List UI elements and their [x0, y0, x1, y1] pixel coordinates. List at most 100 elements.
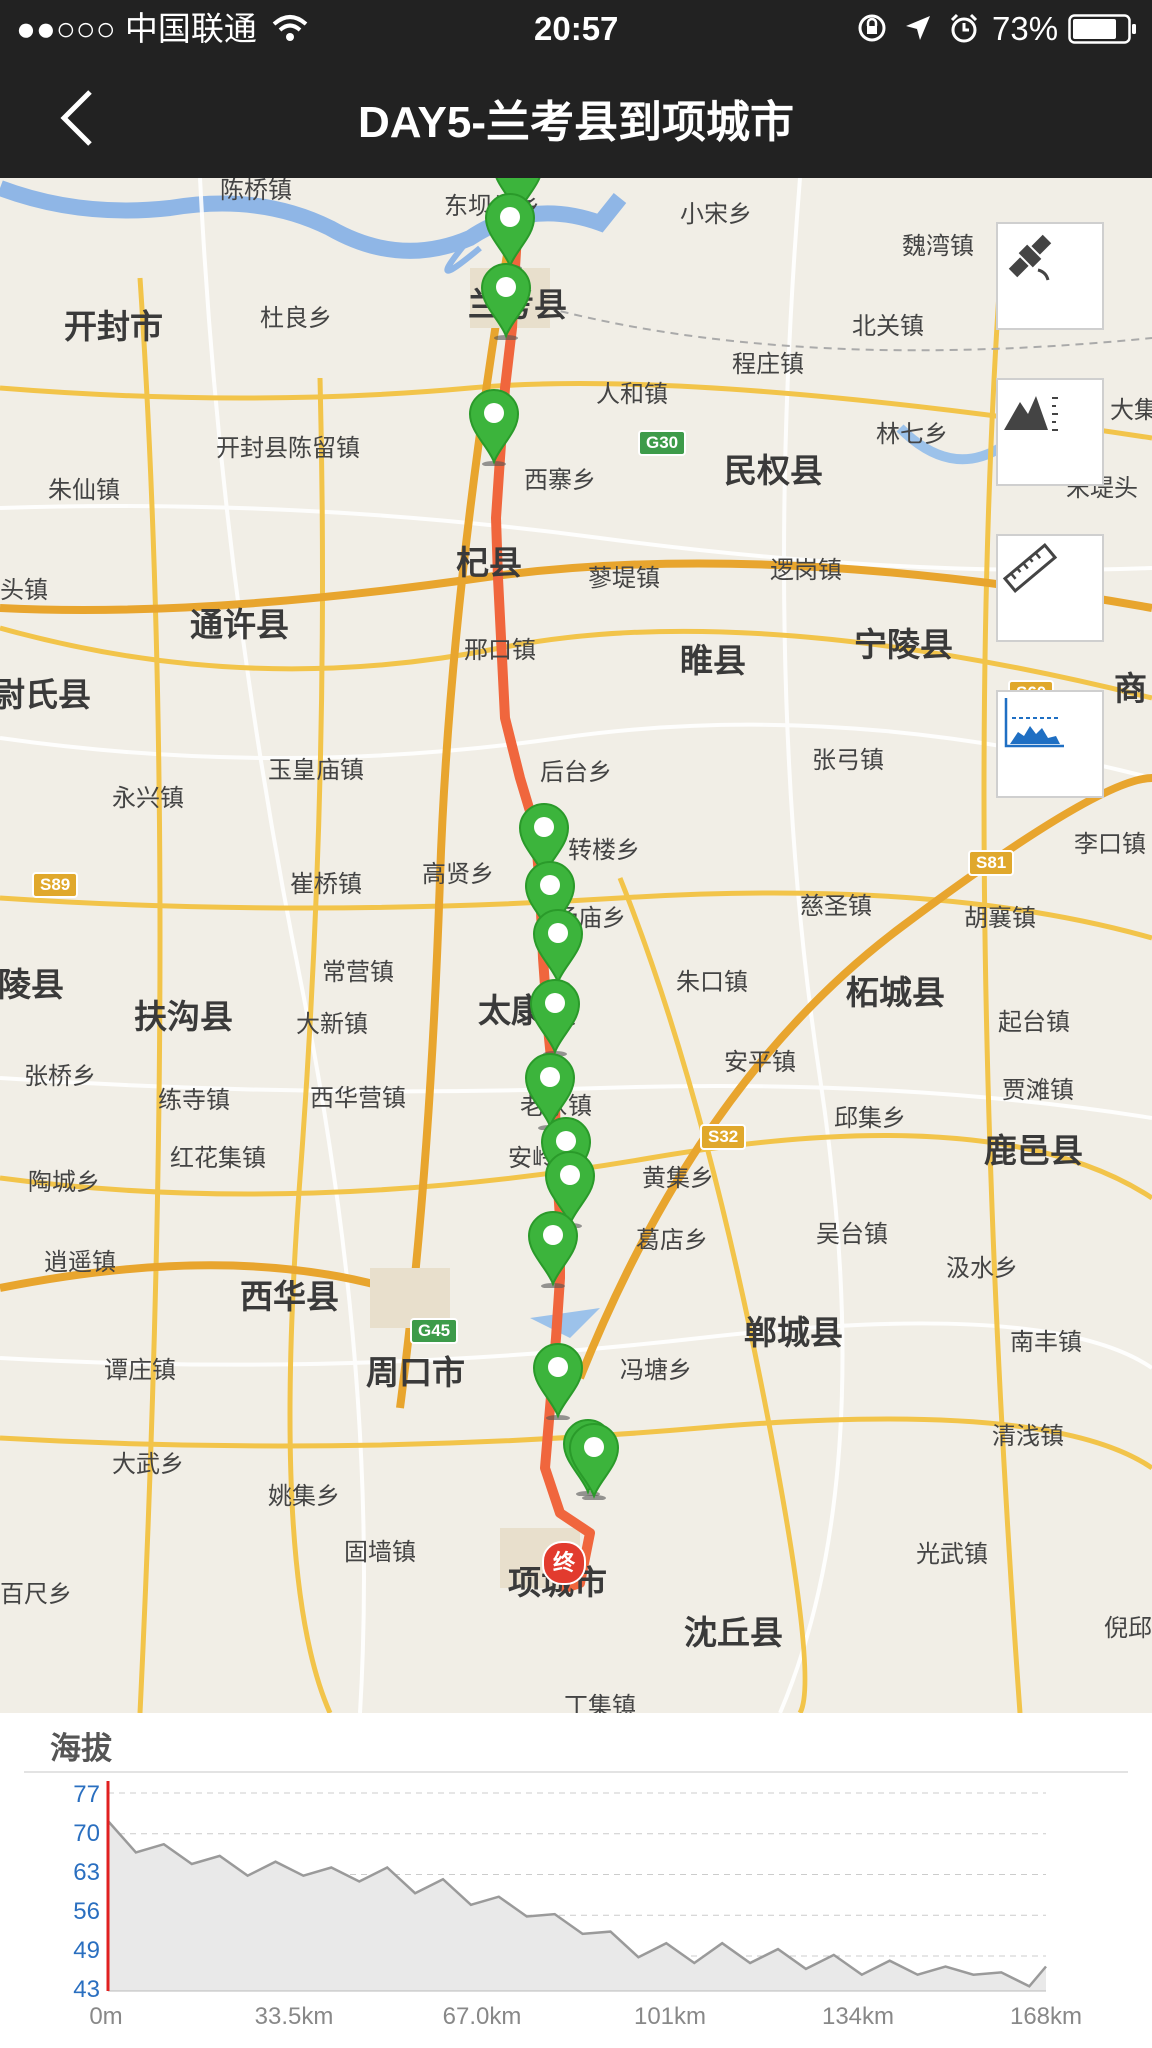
end-marker[interactable]: 终	[542, 1541, 586, 1585]
elevation-area	[108, 1821, 1046, 1991]
place-label: 胡襄镇	[964, 905, 1036, 932]
route-map[interactable]: 陈桥镇 东坝头乡 小宋乡 魏湾镇 开封市 杜良乡 兰考县 北关镇 程庄镇 人和镇…	[0, 178, 1152, 1713]
place-label: 陶城乡	[28, 1169, 100, 1196]
place-label: 沈丘县	[684, 1614, 783, 1651]
place-label: 宁陵县	[854, 626, 953, 663]
place-label: 大武乡	[112, 1451, 184, 1478]
place-label: 柘城县	[846, 974, 945, 1011]
wifi-icon	[272, 15, 308, 41]
place-label: 丁集镇	[564, 1693, 636, 1713]
road-shield: S89	[32, 872, 79, 898]
place-label: 张桥乡	[24, 1063, 96, 1090]
place-label: 扶沟县	[134, 998, 233, 1035]
clock: 20:57	[534, 10, 619, 47]
place-label: 小宋乡	[680, 201, 752, 228]
place-label: 林七乡	[876, 421, 948, 448]
place-label: 葛店乡	[636, 1227, 708, 1254]
battery-percent: 73%	[992, 10, 1059, 47]
ruler-icon	[1002, 543, 1058, 593]
place-label: 常营镇	[322, 959, 394, 986]
place-label: 西华县	[240, 1278, 339, 1315]
place-label: 尉氏县	[0, 676, 91, 713]
place-label: 朱仙镇	[48, 477, 120, 504]
measure-button[interactable]	[996, 534, 1104, 642]
place-label: 吴台镇	[816, 1221, 888, 1248]
waypoint-pin-icon[interactable]	[478, 260, 534, 340]
place-label: 人和镇	[596, 381, 668, 408]
place-label: 程庄镇	[732, 351, 804, 378]
waypoint-pin-icon[interactable]	[530, 906, 586, 986]
place-label: 魏湾镇	[902, 233, 974, 260]
terrain-toggle-button[interactable]	[996, 378, 1104, 486]
terrain-mountain-icon	[1004, 396, 1058, 431]
place-label: 西寨乡	[524, 467, 596, 494]
page-title: DAY5-兰考县到项城市	[358, 98, 794, 147]
place-label: 西华营镇	[310, 1085, 406, 1112]
alarm-icon	[950, 13, 978, 43]
place-label: 北关镇	[852, 313, 924, 340]
place-label: 杞县	[456, 544, 522, 581]
place-label: 贾滩镇	[1002, 1077, 1074, 1104]
place-label: 开封县陈留镇	[216, 435, 360, 462]
place-label: 邱集乡	[834, 1105, 906, 1132]
elevation-chart-button[interactable]	[996, 690, 1104, 798]
place-label: 后台乡	[540, 759, 612, 786]
place-label: 杜良乡	[260, 305, 332, 332]
place-label: 冯塘乡	[620, 1357, 692, 1384]
waypoint-pin-icon[interactable]	[527, 976, 583, 1056]
waypoint-pin-icon[interactable]	[525, 1208, 581, 1288]
place-label: 永兴镇	[112, 785, 184, 812]
place-label: 起台镇	[998, 1009, 1070, 1036]
place-label: 陈桥镇	[220, 178, 292, 204]
place-label: 通许县	[190, 606, 289, 643]
waypoint-pin-icon[interactable]	[566, 1420, 622, 1500]
satellite-toggle-button[interactable]	[996, 222, 1104, 330]
place-label: 黄集乡	[642, 1165, 714, 1192]
place-label: 郸城县	[744, 1314, 843, 1351]
place-label: 张弓镇	[812, 747, 884, 774]
road-shield: G45	[410, 1318, 459, 1344]
status-bar: ●●○○○ 中国联通 20:57 73%	[0, 0, 1152, 58]
place-label: 固墙镇	[344, 1539, 416, 1566]
orientation-lock-icon	[858, 14, 886, 42]
place-label: 大新镇	[296, 1011, 368, 1038]
place-label: 光武镇	[916, 1541, 988, 1568]
place-label: 李口镇	[1074, 831, 1146, 858]
road-shield: G30	[638, 430, 687, 456]
place-label: 周口市	[366, 1354, 465, 1391]
nav-bar: DAY5-兰考县到项城市	[0, 58, 1152, 178]
elevation-panel: 海拔 77 70 63 56 49 43 0m 33.5km 67.0km 10…	[0, 1713, 1152, 2048]
place-label: 安平镇	[724, 1049, 796, 1076]
place-label: 蓼堤镇	[588, 565, 660, 592]
place-label: 大集	[1110, 397, 1152, 424]
satellite-icon	[1008, 234, 1052, 281]
place-label: 头镇	[0, 577, 48, 604]
place-label: 陵县	[0, 966, 64, 1003]
place-label: 商	[1114, 670, 1147, 707]
place-label: 转楼乡	[568, 837, 640, 864]
place-label: 开封市	[64, 308, 163, 345]
battery-icon	[1068, 14, 1136, 44]
place-label: 玉皇庙镇	[268, 757, 364, 784]
place-label: 练寺镇	[158, 1087, 230, 1114]
road-shield: S32	[700, 1124, 747, 1150]
waypoint-pin-icon[interactable]	[482, 190, 538, 270]
waypoint-pin-icon[interactable]	[530, 1340, 586, 1420]
place-label: 逍遥镇	[44, 1249, 116, 1276]
place-label: 姚集乡	[268, 1483, 340, 1510]
waypoint-pin-icon[interactable]	[466, 386, 522, 466]
road-shield: S81	[968, 850, 1015, 876]
place-label: 南丰镇	[1010, 1329, 1082, 1356]
place-label: 民权县	[724, 452, 823, 489]
place-label: 睢县	[680, 642, 746, 679]
elevation-chart[interactable]	[0, 1713, 1152, 2048]
place-label: 慈圣镇	[800, 893, 872, 920]
elevation-chart-icon	[1004, 698, 1064, 748]
place-label: 高贤乡	[422, 861, 494, 888]
carrier-label: ●●○○○ 中国联通	[16, 10, 257, 47]
place-label: 谭庄镇	[104, 1357, 176, 1384]
place-label: 邢口镇	[464, 637, 536, 664]
place-label: 倪邱	[1104, 1615, 1152, 1642]
place-label: 崔桥镇	[290, 871, 362, 898]
place-label: 清浅镇	[992, 1423, 1064, 1450]
